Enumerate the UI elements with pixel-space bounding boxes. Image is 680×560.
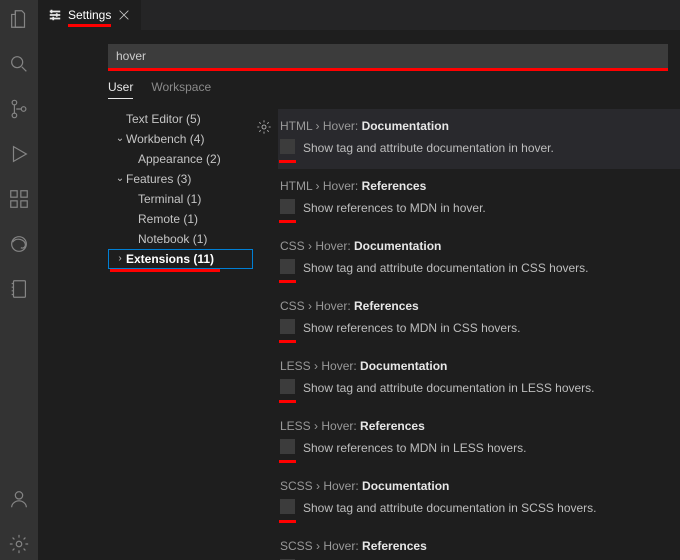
setting-desc: Show references to MDN in hover. — [303, 201, 486, 215]
setting-item[interactable]: LESS › Hover: References Show references… — [278, 409, 680, 469]
extensions-icon[interactable] — [8, 188, 30, 215]
checkbox[interactable] — [280, 439, 295, 454]
setting-desc: Show tag and attribute documentation in … — [303, 381, 595, 395]
tree-item-remote[interactable]: Remote (1) — [108, 209, 253, 229]
tab-settings[interactable]: Settings — [38, 0, 141, 30]
setting-item[interactable]: SCSS › Hover: Documentation Show tag and… — [278, 469, 680, 529]
settings-list: HTML › Hover: Documentation Show tag and… — [253, 109, 680, 560]
edge-icon[interactable] — [8, 233, 30, 260]
setting-desc: Show tag and attribute documentation in … — [303, 261, 589, 275]
setting-item[interactable]: LESS › Hover: Documentation Show tag and… — [278, 349, 680, 409]
setting-desc: Show references to MDN in LESS hovers. — [303, 441, 526, 455]
scope-workspace[interactable]: Workspace — [151, 80, 211, 99]
tree-item-appearance[interactable]: Appearance (2) — [108, 149, 253, 169]
settings-tab-icon — [48, 8, 62, 22]
checkbox[interactable] — [280, 379, 295, 394]
checkbox[interactable] — [280, 499, 295, 514]
tab-bar: Settings — [38, 0, 680, 30]
notebook-icon[interactable] — [8, 278, 30, 305]
setting-item[interactable]: HTML › Hover: References Show references… — [278, 169, 680, 229]
tree-item-text-editor[interactable]: Text Editor (5) — [108, 109, 253, 129]
search-icon[interactable] — [8, 53, 30, 80]
setting-item[interactable]: HTML › Hover: Documentation Show tag and… — [278, 109, 680, 169]
tree-item-workbench[interactable]: ⌄Workbench (4) — [108, 129, 253, 149]
setting-desc: Show tag and attribute documentation in … — [303, 501, 597, 515]
setting-desc: Show references to MDN in CSS hovers. — [303, 321, 520, 335]
tree-item-terminal[interactable]: Terminal (1) — [108, 189, 253, 209]
debug-icon[interactable] — [8, 143, 30, 170]
checkbox[interactable] — [280, 199, 295, 214]
setting-item[interactable]: CSS › Hover: References Show references … — [278, 289, 680, 349]
source-control-icon[interactable] — [8, 98, 30, 125]
close-icon[interactable] — [117, 8, 131, 22]
editor-area: Settings User Workspace Text Editor (5) … — [38, 0, 680, 560]
setting-item[interactable]: SCSS › Hover: References Show references… — [278, 529, 680, 560]
account-icon[interactable] — [8, 488, 30, 515]
activity-bar — [0, 0, 38, 560]
scope-tabs: User Workspace — [108, 80, 680, 99]
search-input[interactable] — [108, 44, 668, 68]
gear-icon[interactable] — [8, 533, 30, 560]
settings-tree: Text Editor (5) ⌄Workbench (4) Appearanc… — [108, 109, 253, 560]
tree-item-features[interactable]: ⌄Features (3) — [108, 169, 253, 189]
checkbox[interactable] — [280, 319, 295, 334]
setting-desc: Show tag and attribute documentation in … — [303, 141, 554, 155]
setting-gear-icon[interactable] — [256, 119, 272, 135]
setting-item[interactable]: CSS › Hover: Documentation Show tag and … — [278, 229, 680, 289]
tree-item-notebook[interactable]: Notebook (1) — [108, 229, 253, 249]
scope-user[interactable]: User — [108, 80, 133, 99]
files-icon[interactable] — [8, 8, 30, 35]
checkbox[interactable] — [280, 259, 295, 274]
tree-item-extensions[interactable]: ›Extensions (11) — [108, 249, 253, 269]
settings-editor: User Workspace Text Editor (5) ⌄Workbenc… — [38, 30, 680, 560]
tab-title: Settings — [68, 8, 111, 22]
settings-search — [108, 44, 668, 68]
checkbox[interactable] — [280, 139, 295, 154]
